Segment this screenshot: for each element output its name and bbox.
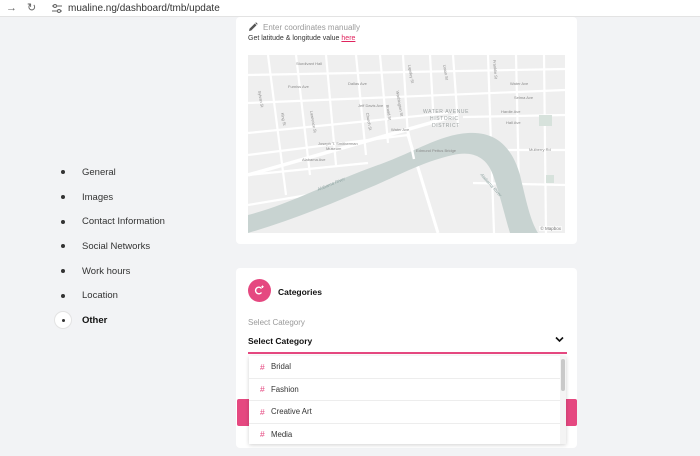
help-link[interactable]: here — [341, 35, 355, 42]
sidebar-item-other[interactable]: Other — [53, 308, 223, 333]
map-canvas[interactable]: WATER AVENUE HISTORIC DISTRICT Sturdivan… — [248, 55, 565, 233]
site-settings-icon[interactable] — [52, 4, 62, 13]
hashtag-icon: # — [260, 361, 265, 372]
hashtag-icon: # — [260, 384, 265, 395]
category-c-icon — [254, 285, 264, 295]
categories-title: Categories — [278, 287, 322, 297]
bullet-icon — [61, 195, 65, 200]
sidebar-item-work-hours[interactable]: Work hours — [53, 259, 223, 284]
bullet-icon — [61, 244, 65, 249]
map-street-label: Water Ave — [510, 81, 529, 86]
category-option-label: Bridal — [271, 362, 291, 372]
sidebar-item-label: Images — [82, 191, 114, 203]
category-option-creative-art[interactable]: # Creative Art — [249, 401, 560, 424]
category-select[interactable]: Select Category — [248, 331, 567, 354]
sidebar-item-images[interactable]: Images — [53, 185, 223, 210]
bullet-icon — [61, 219, 65, 224]
category-option-fashion[interactable]: # Fashion — [249, 379, 560, 401]
sidebar-item-contact-information[interactable]: Contact Information — [53, 209, 223, 234]
categories-icon — [248, 279, 271, 302]
sidebar-item-label: Location — [82, 290, 118, 302]
location-card: Enter coordinates manually Get latitude … — [236, 17, 577, 244]
category-option-label: Media — [271, 429, 293, 439]
sidebar-item-label: Other — [82, 314, 108, 326]
category-option-label: Fashion — [271, 384, 299, 394]
category-option-label: Creative Art — [271, 407, 312, 417]
sidebar-item-label: Work hours — [82, 265, 131, 277]
bullet-icon — [62, 318, 65, 322]
map-district-label: HISTORIC — [430, 116, 459, 122]
map-street-label: Alabama Ave — [302, 157, 326, 162]
map-attribution[interactable]: © Mapbox — [539, 226, 562, 231]
sidebar-item-general[interactable]: General — [53, 160, 223, 185]
help-text: Get latitude & longitude value — [248, 35, 340, 42]
category-dropdown[interactable]: # Bridal # Fashion # Creative Art # Medi… — [249, 356, 566, 444]
select-category-label: Select Category — [248, 318, 305, 327]
hashtag-icon: # — [260, 406, 265, 417]
browser-address-bar: → ↻ mualine.ng/dashboard/tmb/update — [0, 0, 700, 17]
map-place-label: Edmund Pettus Bridge — [416, 148, 457, 153]
manual-coordinates-text: Enter coordinates manually — [263, 22, 360, 32]
reload-icon[interactable]: ↻ — [27, 1, 36, 15]
forward-arrow-icon[interactable]: → — [6, 1, 17, 15]
url-text[interactable]: mualine.ng/dashboard/tmb/update — [68, 2, 220, 15]
hashtag-icon: # — [260, 429, 265, 440]
map-district-label: WATER AVENUE — [423, 109, 469, 115]
map-street-label: Selma Ave — [514, 95, 534, 100]
category-option-bridal[interactable]: # Bridal — [249, 356, 560, 379]
category-select-value: Select Category — [248, 336, 313, 346]
map-street-label: Furniss Ave — [288, 84, 310, 89]
map-street-label: Hardie Ave — [501, 109, 521, 114]
map-place-label: Sturdivant Hall — [296, 61, 322, 66]
bullet-icon — [61, 293, 65, 298]
map-street-label: Water Ave — [391, 127, 410, 132]
chevron-down-icon[interactable] — [555, 336, 564, 343]
sidebar-item-label: Social Networks — [82, 240, 151, 252]
sidebar-item-location[interactable]: Location — [53, 283, 223, 308]
bullet-icon — [61, 170, 65, 175]
bullet-icon — [61, 269, 65, 274]
sidebar-nav: General Images Contact Information Socia… — [53, 160, 223, 333]
dropdown-scrollbar[interactable] — [560, 356, 566, 444]
map-street-label: Jeff Davis Ave — [358, 103, 384, 108]
map-street-label: Hall Ave — [506, 120, 521, 125]
map-street-label: Mulberry Rd — [529, 147, 551, 152]
map-street-label: Dallas Ave — [348, 81, 368, 86]
pencil-icon — [249, 22, 258, 31]
map-place-label: Museum — [326, 146, 342, 151]
manual-coordinates-toggle[interactable]: Enter coordinates manually — [248, 22, 360, 32]
location-map[interactable]: WATER AVENUE HISTORIC DISTRICT Sturdivan… — [248, 55, 565, 233]
category-option-media[interactable]: # Media — [249, 424, 560, 445]
coordinates-help: Get latitude & longitude value here — [248, 35, 355, 42]
scrollbar-thumb[interactable] — [561, 359, 565, 391]
sidebar-item-social-networks[interactable]: Social Networks — [53, 234, 223, 259]
sidebar-item-label: General — [82, 166, 116, 178]
map-district-label: DISTRICT — [432, 123, 460, 129]
sidebar-item-label: Contact Information — [82, 216, 165, 228]
